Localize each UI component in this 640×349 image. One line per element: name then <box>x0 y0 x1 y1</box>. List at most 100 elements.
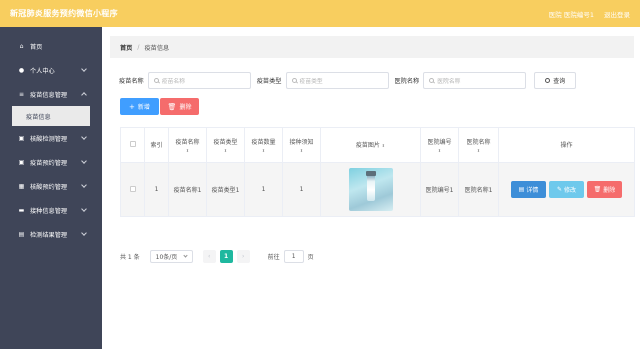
table-row: 1 疫苗名称1 疫苗类型1 1 1 医院编号1 医院名称1 ▤ 详情 ✎ 修改 … <box>120 162 635 217</box>
prev-page-button[interactable]: ‹ <box>202 249 216 263</box>
vaccine-table: 索引 疫苗名称 ⬍ 疫苗类型 ⬍ 疫苗数量 ⬍ 接种须知 ⬍ 疫苗图片 ⬍ 医院编号 ⬍ … <box>120 127 635 217</box>
row-select-cell[interactable] <box>120 162 145 217</box>
header-vaccine-name[interactable]: 疫苗名称 ⬍ <box>168 127 207 163</box>
delete-button[interactable]: 🗑 删除 <box>587 181 622 198</box>
hospital-name-input[interactable]: 医院名称 <box>423 71 527 89</box>
sidebar-item-home[interactable]: ⌂ 首页 <box>0 34 102 58</box>
briefcase-icon: ▣ <box>18 134 25 142</box>
cell-vaccine-name: 疫苗名称1 <box>168 162 207 217</box>
total-count: 共 1 条 <box>120 253 140 261</box>
trash-icon: 🗑 <box>167 102 177 111</box>
header-hospital-number[interactable]: 医院编号 ⬍ <box>420 127 459 163</box>
user-icon: ● <box>18 66 25 74</box>
chevron-down-icon <box>81 182 87 188</box>
search-icon <box>429 77 435 83</box>
sidebar-item-label: 检测结果管理 <box>30 231 68 239</box>
vaccine-type-input[interactable]: 疫苗类型 <box>285 71 389 89</box>
header-vaccination-notice[interactable]: 接种须知 ⬍ <box>282 127 321 163</box>
chevron-down-icon <box>81 206 87 212</box>
delete-button-label: 删除 <box>179 104 192 111</box>
grid-icon: ▦ <box>18 182 25 190</box>
logout-link[interactable]: 退出登录 <box>604 9 630 19</box>
goto-page-input[interactable]: 1 <box>283 249 304 263</box>
add-button[interactable]: + 新增 <box>120 98 159 115</box>
sort-icon[interactable]: ⬍ <box>169 148 206 153</box>
sort-icon[interactable]: ⬍ <box>459 148 498 153</box>
search-icon <box>153 77 159 83</box>
detail-button[interactable]: ▤ 详情 <box>511 181 546 198</box>
vaccine-type-label: 疫苗类型 <box>256 77 282 85</box>
header-hospital-name[interactable]: 医院名称 ⬍ <box>458 127 499 163</box>
sort-icon[interactable]: ⬍ <box>382 143 385 148</box>
sidebar-item-nucleic-test-mgmt[interactable]: ▣ 核酸检测管理 <box>0 126 102 150</box>
sidebar-item-label: 接种信息管理 <box>30 207 68 215</box>
header-vaccine-image[interactable]: 疫苗图片 ⬍ <box>320 127 421 163</box>
sidebar-item-personal-center[interactable]: ● 个人中心 <box>0 58 102 82</box>
breadcrumb-home[interactable]: 首页 <box>120 43 132 52</box>
home-icon: ⌂ <box>19 42 24 50</box>
chevron-down-icon <box>81 134 87 140</box>
sidebar: ⌂ 首页 ● 个人中心 ≡ 疫苗信息管理 疫苗信息 ▣ 核酸检测管理 ▣ 疫苗预… <box>0 27 102 349</box>
table-header-row: 索引 疫苗名称 ⬍ 疫苗类型 ⬍ 疫苗数量 ⬍ 接种须知 ⬍ 疫苗图片 ⬍ 医院编号 ⬍ … <box>120 127 635 163</box>
chevron-up-icon <box>81 92 87 98</box>
sidebar-item-label: 个人中心 <box>30 67 55 75</box>
page-number-active[interactable]: 1 <box>219 249 233 263</box>
sidebar-item-label: 首页 <box>30 43 43 51</box>
hospital-info: 医院 医院编号1 <box>548 10 594 19</box>
sort-icon[interactable]: ⬍ <box>245 148 282 153</box>
top-right-links: 医院 医院编号1 退出登录 <box>549 9 630 19</box>
sidebar-item-test-result-mgmt[interactable]: ▤ 检测结果管理 <box>0 222 102 246</box>
breadcrumb: 首页 / 疫苗信息 <box>110 36 634 58</box>
breadcrumb-current: 疫苗信息 <box>144 44 170 52</box>
sidebar-item-vaccination-mgmt[interactable]: ▬ 接种信息管理 <box>0 198 102 222</box>
top-bar: 新冠肺炎服务预约微信小程序 医院 医院编号1 退出登录 <box>0 0 640 27</box>
breadcrumb-separator: / <box>137 43 140 51</box>
sidebar-item-vaccine-appointment-mgmt[interactable]: ▣ 疫苗预约管理 <box>0 150 102 174</box>
cell-vaccine-image <box>320 162 421 217</box>
sidebar-subitem-vaccine-info[interactable]: 疫苗信息 <box>12 106 90 126</box>
chevron-down-icon <box>81 158 87 164</box>
cell-operations: ▤ 详情 ✎ 修改 🗑 删除 <box>498 162 635 217</box>
book-icon: ▤ <box>18 230 25 238</box>
sidebar-item-nucleic-appointment-mgmt[interactable]: ▦ 核酸预约管理 <box>0 174 102 198</box>
vaccine-type-placeholder: 疫苗类型 <box>299 78 323 85</box>
query-button[interactable]: 查询 <box>534 71 577 89</box>
select-all-checkbox[interactable] <box>129 140 136 147</box>
cell-vaccination-notice: 1 <box>282 162 321 217</box>
vaccine-image[interactable] <box>348 168 393 211</box>
plus-icon: + <box>129 102 135 111</box>
sidebar-item-vaccine-info-mgmt[interactable]: ≡ 疫苗信息管理 <box>0 82 102 106</box>
vaccine-vial-shape <box>366 173 375 201</box>
query-button-label: 查询 <box>553 77 566 85</box>
card-icon: ▬ <box>18 206 25 214</box>
row-checkbox[interactable] <box>129 185 136 192</box>
batch-delete-button[interactable]: 🗑 删除 <box>160 98 199 115</box>
briefcase-icon: ▣ <box>18 158 25 166</box>
sidebar-item-label: 核酸预约管理 <box>30 183 68 191</box>
page-size-select[interactable]: 10条/页 <box>149 249 193 263</box>
search-icon <box>291 77 297 83</box>
document-icon: ▤ <box>518 186 525 193</box>
header-vaccine-type[interactable]: 疫苗类型 ⬍ <box>206 127 245 163</box>
trash-icon: 🗑 <box>593 186 602 193</box>
sort-icon[interactable]: ⬍ <box>207 148 244 153</box>
next-page-button[interactable]: › <box>236 249 250 263</box>
vaccine-name-label: 疫苗名称 <box>119 77 144 85</box>
pencil-icon: ✎ <box>556 186 562 193</box>
goto-label: 前往 <box>267 253 280 261</box>
sidebar-item-label: 疫苗信息管理 <box>30 91 68 99</box>
sort-icon[interactable]: ⬍ <box>421 148 458 153</box>
header-operations: 操作 <box>498 127 635 163</box>
sidebar-item-label: 疫苗预约管理 <box>30 159 68 167</box>
header-vaccine-count[interactable]: 疫苗数量 ⬍ <box>244 127 283 163</box>
hospital-name-placeholder: 医院名称 <box>437 78 461 85</box>
cell-vaccine-type: 疫苗类型1 <box>206 162 245 217</box>
select-all-cell[interactable] <box>120 127 145 163</box>
vaccine-name-placeholder: 疫苗名称 <box>161 78 185 85</box>
edit-button[interactable]: ✎ 修改 <box>549 181 584 198</box>
vaccine-name-input[interactable]: 疫苗名称 <box>147 71 251 89</box>
chevron-down-icon <box>81 66 87 72</box>
hospital-name-label: 医院名称 <box>394 77 420 85</box>
main-content: 首页 / 疫苗信息 疫苗名称 疫苗名称 疫苗类型 疫苗类型 医院名称 医院名称 … <box>102 27 640 349</box>
sort-icon[interactable]: ⬍ <box>283 148 320 153</box>
